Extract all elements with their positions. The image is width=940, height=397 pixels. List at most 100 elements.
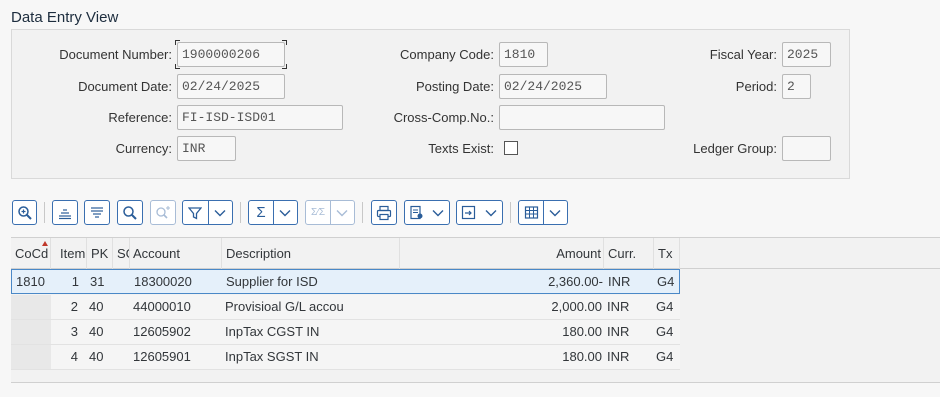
search-next-icon <box>155 205 171 221</box>
cell-currency: INR <box>608 274 631 289</box>
grid-layout-icon <box>519 201 543 224</box>
currency-label: Currency: <box>115 141 172 156</box>
document-header-panel: Document Number: 1900000206 Company Code… <box>11 29 850 179</box>
chevron-down-icon[interactable] <box>427 201 449 224</box>
print-button[interactable] <box>371 200 397 225</box>
zoom-in-button[interactable] <box>12 200 37 225</box>
cell-amount: 2,000.00 <box>551 299 602 314</box>
period-label: Period: <box>735 79 777 94</box>
focus-corner <box>282 40 287 45</box>
chevron-down-icon[interactable] <box>208 201 232 224</box>
column-header-item[interactable]: Item <box>56 238 87 269</box>
cell-sg <box>116 270 130 294</box>
cell-description: Supplier for ISD <box>226 274 318 289</box>
column-header-account[interactable]: Account <box>129 238 222 269</box>
search-icon <box>122 205 138 221</box>
cell-description: InpTax CGST IN <box>225 324 320 339</box>
cell-tax: G4 <box>656 349 674 364</box>
ledger-group-label: Ledger Group: <box>693 141 777 156</box>
cell-pk: 40 <box>89 299 104 314</box>
table-row[interactable]: 1810 1 31 18300020 Supplier for ISD 2,36… <box>11 269 680 294</box>
document-date-label: Document Date: <box>78 79 172 94</box>
column-header-currency[interactable]: Curr. <box>604 238 654 269</box>
column-header-amount[interactable]: Amount <box>400 238 604 269</box>
cell-sg <box>115 345 129 369</box>
document-number-label: Document Number: <box>59 47 172 62</box>
column-header-tax[interactable]: Tx <box>654 238 680 269</box>
cell-amount: 180.00 <box>562 324 602 339</box>
cell-sg <box>115 295 129 319</box>
filter-button[interactable] <box>182 200 233 225</box>
column-header-sg[interactable]: SG <box>113 238 130 269</box>
texts-exist-label: Texts Exist: <box>428 141 494 156</box>
table-row[interactable]: 2 40 44000010 Provisioal G/L accou 2,000… <box>11 295 680 320</box>
chevron-down-icon[interactable] <box>274 201 297 224</box>
layout-button[interactable] <box>456 200 503 225</box>
cell-cocd <box>15 345 51 369</box>
cell-tax: G4 <box>657 274 675 289</box>
cross-comp-field[interactable] <box>499 105 665 130</box>
focus-corner <box>175 64 180 69</box>
cell-pk: 31 <box>90 274 105 289</box>
cell-cocd <box>15 320 51 344</box>
subtotal-button[interactable]: Σ⁄Σ <box>305 200 355 225</box>
cell-item: 3 <box>70 324 78 339</box>
cell-account: 12605901 <box>133 349 191 364</box>
print-icon <box>376 205 392 221</box>
fiscal-year-field[interactable]: 2025 <box>782 42 831 67</box>
cell-currency: INR <box>607 349 630 364</box>
cell-account: 12605902 <box>133 324 191 339</box>
cell-pk: 40 <box>89 324 104 339</box>
sum-icon: Σ <box>256 204 266 221</box>
cross-comp-label: Cross-Comp.No.: <box>393 110 494 125</box>
export-icon <box>405 201 427 224</box>
export-button[interactable] <box>404 200 450 225</box>
document-date-field[interactable]: 02/24/2025 <box>177 74 285 99</box>
filter-icon <box>183 201 208 224</box>
posting-date-field[interactable]: 02/24/2025 <box>499 74 607 99</box>
cell-currency: INR <box>607 299 630 314</box>
sort-ascending-icon <box>58 206 72 220</box>
cell-description: Provisioal G/L accou <box>225 299 344 314</box>
ledger-group-field[interactable] <box>782 136 831 161</box>
company-code-field[interactable]: 1810 <box>499 42 548 67</box>
search-button[interactable] <box>117 200 143 225</box>
texts-exist-checkbox[interactable] <box>504 141 518 155</box>
sort-indicator-icon <box>42 241 48 246</box>
sort-descending-icon <box>90 206 104 220</box>
chevron-down-icon[interactable] <box>544 201 567 224</box>
line-items-table: CoCd Item PK SG Account Description Amou… <box>11 237 940 383</box>
document-number-field[interactable]: 1900000206 <box>177 42 285 67</box>
cell-pk: 40 <box>89 349 104 364</box>
table-row[interactable]: 4 40 12605901 InpTax SGST IN 180.00 INR … <box>11 345 680 370</box>
cell-description: InpTax SGST IN <box>225 349 319 364</box>
sort-descending-button[interactable] <box>84 200 110 225</box>
currency-field[interactable]: INR <box>177 136 236 161</box>
toolbar-separator <box>362 202 363 223</box>
chevron-down-icon[interactable] <box>331 201 354 224</box>
table-row[interactable]: 3 40 12605902 InpTax CGST IN 180.00 INR … <box>11 320 680 345</box>
column-header-pk[interactable]: PK <box>87 238 113 269</box>
cell-account: 18300020 <box>134 274 192 289</box>
search-next-button[interactable] <box>150 200 176 225</box>
cell-tax: G4 <box>656 324 674 339</box>
period-field[interactable]: 2 <box>782 74 811 99</box>
company-code-label: Company Code: <box>400 47 494 62</box>
cell-item: 1 <box>71 274 79 289</box>
cell-sg <box>115 320 129 344</box>
cell-currency: INR <box>607 324 630 339</box>
focus-corner <box>175 40 180 45</box>
cell-item: 2 <box>70 299 78 314</box>
cell-amount: 2,360.00- <box>548 274 603 289</box>
grid-layout-button[interactable] <box>518 200 568 225</box>
posting-date-label: Posting Date: <box>415 79 494 94</box>
cell-amount: 180.00 <box>562 349 602 364</box>
sum-button[interactable]: Σ <box>248 200 298 225</box>
table-header: CoCd Item PK SG Account Description Amou… <box>11 238 940 269</box>
sort-ascending-button[interactable] <box>52 200 78 225</box>
chevron-down-icon[interactable] <box>480 201 502 224</box>
column-header-description[interactable]: Description <box>222 238 400 269</box>
cell-tax: G4 <box>656 299 674 314</box>
toolbar-separator <box>510 202 511 223</box>
toolbar-separator <box>240 202 241 223</box>
